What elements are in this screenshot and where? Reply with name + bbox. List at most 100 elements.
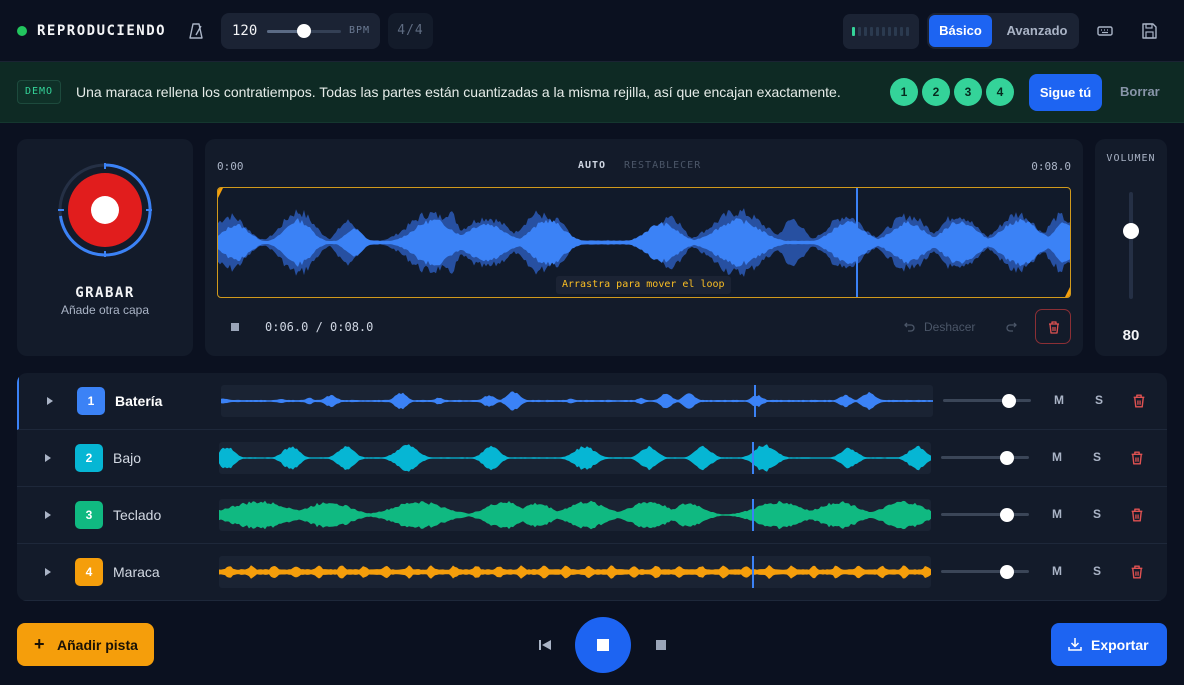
solo-button[interactable]: S bbox=[1093, 507, 1101, 521]
loop-start-handle[interactable] bbox=[218, 188, 223, 198]
track-waveform-svg bbox=[221, 385, 933, 417]
track-volume-knob[interactable] bbox=[1002, 394, 1016, 408]
track-expand-icon[interactable] bbox=[45, 511, 51, 519]
level-meter-bar bbox=[894, 27, 897, 36]
track-volume-slider[interactable] bbox=[941, 513, 1029, 516]
save-icon[interactable] bbox=[1137, 19, 1161, 43]
tempo-control: 120 BPM bbox=[221, 13, 380, 49]
mute-button[interactable]: M bbox=[1052, 507, 1062, 521]
level-meter-bar bbox=[900, 27, 903, 36]
track-name[interactable]: Teclado bbox=[113, 507, 161, 523]
record-title: GRABAR bbox=[75, 285, 135, 301]
record-button[interactable] bbox=[58, 163, 152, 257]
undo-button[interactable]: Deshacer bbox=[924, 320, 975, 334]
track-waveform[interactable] bbox=[219, 442, 931, 474]
track-waveform-shape bbox=[221, 391, 933, 411]
demo-message: Una maraca rellena los contratiempos. To… bbox=[76, 84, 841, 100]
tempo-slider-knob[interactable] bbox=[297, 24, 311, 38]
tempo-unit: BPM bbox=[349, 25, 371, 36]
follow-button[interactable]: Sigue tú bbox=[1029, 74, 1102, 111]
solo-button[interactable]: S bbox=[1093, 450, 1101, 464]
mute-button[interactable]: M bbox=[1054, 393, 1064, 407]
export-label: Exportar bbox=[1091, 637, 1149, 653]
track-volume-slider[interactable] bbox=[943, 399, 1031, 402]
delete-track-icon[interactable] bbox=[1129, 450, 1145, 466]
track-expand-icon[interactable] bbox=[45, 568, 51, 576]
volume-slider[interactable] bbox=[1129, 192, 1133, 299]
level-meter-bar bbox=[906, 27, 909, 36]
mode-basic-button[interactable]: Básico bbox=[929, 15, 992, 47]
track-row[interactable]: 2 Bajo M S bbox=[17, 430, 1167, 487]
solo-button[interactable]: S bbox=[1095, 393, 1103, 407]
loop-end-handle[interactable] bbox=[1065, 287, 1070, 297]
mute-button[interactable]: M bbox=[1052, 450, 1062, 464]
track-name[interactable]: Batería bbox=[115, 393, 162, 409]
track-waveform[interactable] bbox=[219, 556, 931, 588]
track-volume-knob[interactable] bbox=[1000, 565, 1014, 579]
play-stop-button[interactable] bbox=[575, 617, 631, 673]
tempo-value[interactable]: 120 bbox=[232, 23, 257, 39]
export-button[interactable]: Exportar bbox=[1051, 623, 1167, 666]
track-volume-slider[interactable] bbox=[941, 456, 1029, 459]
track-volume-knob[interactable] bbox=[1000, 451, 1014, 465]
track-row[interactable]: 3 Teclado M S bbox=[17, 487, 1167, 544]
undo-icon[interactable] bbox=[902, 320, 916, 334]
mode-advanced-button[interactable]: Avanzado bbox=[998, 15, 1076, 47]
level-meter-bar bbox=[876, 27, 879, 36]
demo-step-3[interactable]: 3 bbox=[954, 78, 982, 106]
delete-track-icon[interactable] bbox=[1131, 393, 1147, 409]
demo-tag: DEMO bbox=[17, 80, 61, 104]
download-icon bbox=[1068, 638, 1082, 651]
record-panel: GRABAR Añade otra capa bbox=[17, 139, 193, 356]
playback-status: REPRODUCIENDO bbox=[37, 23, 167, 39]
metronome-icon[interactable] bbox=[188, 22, 204, 40]
track-waveform-shape bbox=[219, 500, 931, 530]
stop-button[interactable] bbox=[656, 640, 666, 650]
skip-back-icon[interactable] bbox=[538, 638, 552, 652]
clear-button[interactable]: Borrar bbox=[1120, 84, 1160, 99]
mode-toggle: Básico Avanzado bbox=[927, 13, 1079, 49]
track-row[interactable]: 4 Maraca M S bbox=[17, 544, 1167, 601]
track-waveform[interactable] bbox=[219, 499, 931, 531]
waveform-start-time: 0:00 bbox=[217, 160, 244, 173]
track-waveform[interactable] bbox=[221, 385, 933, 417]
solo-button[interactable]: S bbox=[1093, 564, 1101, 578]
track-number-badge: 1 bbox=[77, 387, 105, 415]
volume-slider-knob[interactable] bbox=[1123, 223, 1139, 240]
trash-icon bbox=[1049, 321, 1059, 334]
demo-step-4[interactable]: 4 bbox=[986, 78, 1014, 106]
demo-banner: DEMO Una maraca rellena los contratiempo… bbox=[0, 62, 1184, 123]
track-name[interactable]: Maraca bbox=[113, 564, 160, 580]
level-meter-bar bbox=[882, 27, 885, 36]
delete-recording-button[interactable] bbox=[1035, 309, 1071, 344]
track-number-badge: 3 bbox=[75, 501, 103, 529]
redo-icon[interactable] bbox=[1005, 320, 1019, 334]
stop-icon[interactable] bbox=[231, 323, 239, 331]
track-list: 1 Batería M S 2 Bajo M S 3 Teclado M S 4… bbox=[17, 373, 1167, 601]
waveform-end-time: 0:08.0 bbox=[1031, 160, 1071, 173]
track-name[interactable]: Bajo bbox=[113, 450, 141, 466]
add-track-button[interactable]: + Añadir pista bbox=[17, 623, 154, 666]
track-volume-knob[interactable] bbox=[1000, 508, 1014, 522]
top-bar: REPRODUCIENDO 120 BPM 4/4 Básico Avanzad… bbox=[0, 0, 1184, 62]
demo-step-1[interactable]: 1 bbox=[890, 78, 918, 106]
track-expand-icon[interactable] bbox=[47, 397, 53, 405]
time-signature[interactable]: 4/4 bbox=[388, 13, 433, 49]
track-expand-icon[interactable] bbox=[45, 454, 51, 462]
delete-track-icon[interactable] bbox=[1129, 507, 1145, 523]
level-meter-bar bbox=[888, 27, 891, 36]
playing-status-dot bbox=[17, 26, 27, 36]
reset-button[interactable]: RESTABLECER bbox=[624, 160, 701, 171]
delete-track-icon[interactable] bbox=[1129, 564, 1145, 580]
mute-button[interactable]: M bbox=[1052, 564, 1062, 578]
auto-button[interactable]: AUTO bbox=[578, 160, 606, 171]
plus-icon: + bbox=[34, 634, 45, 654]
track-row[interactable]: 1 Batería M S bbox=[17, 373, 1167, 430]
track-volume-slider[interactable] bbox=[941, 570, 1029, 573]
volume-label: VOLUMEN bbox=[1106, 153, 1156, 164]
record-subtitle: Añade otra capa bbox=[60, 303, 150, 317]
volume-panel: VOLUMEN 80 bbox=[1095, 139, 1167, 356]
loop-hint: Arrastra para mover el loop bbox=[556, 276, 731, 294]
keyboard-icon[interactable] bbox=[1093, 19, 1117, 43]
demo-step-2[interactable]: 2 bbox=[922, 78, 950, 106]
